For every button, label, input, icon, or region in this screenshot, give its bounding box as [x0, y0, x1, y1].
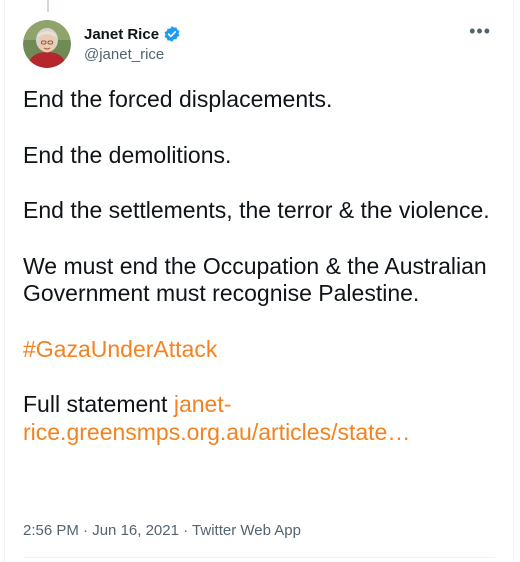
meta-separator: · — [83, 522, 89, 539]
hashtag-link[interactable]: #GazaUnderAttack — [23, 336, 217, 362]
tweet-paragraph: We must end the Occupation & the Austral… — [23, 252, 487, 307]
hashtag-paragraph: #GazaUnderAttack — [23, 336, 493, 364]
author-handle[interactable]: @janet_rice — [84, 46, 164, 63]
tweet-paragraph: End the settlements, the terror & the vi… — [23, 197, 490, 223]
statement-prefix: Full statement — [23, 391, 168, 417]
statement-paragraph: Full statement janet-rice.greensmps.org.… — [23, 391, 493, 446]
tweet-date[interactable]: Jun 16, 2021 — [92, 522, 179, 539]
avatar-image — [23, 20, 71, 68]
avatar[interactable] — [23, 20, 71, 68]
verified-badge-icon — [163, 25, 181, 43]
tweet-body: End the forced displacements. End the de… — [23, 86, 493, 474]
tweet-card: Janet Rice @janet_rice ••• End the force… — [4, 0, 514, 562]
divider — [23, 557, 495, 558]
tweet-paragraph: End the demolitions. — [23, 141, 232, 168]
author-name[interactable]: Janet Rice — [84, 26, 159, 43]
tweet-paragraph: End the forced displacements. — [23, 86, 333, 112]
thread-connector-line — [47, 0, 49, 12]
tweet-time[interactable]: 2:56 PM — [23, 522, 79, 539]
meta-separator: · — [183, 522, 189, 539]
author-name-row[interactable]: Janet Rice — [84, 25, 181, 43]
tweet-meta: 2:56 PM · Jun 16, 2021 · Twitter Web App — [23, 522, 301, 539]
tweet-source[interactable]: Twitter Web App — [192, 522, 301, 539]
more-options-icon[interactable]: ••• — [469, 22, 491, 40]
